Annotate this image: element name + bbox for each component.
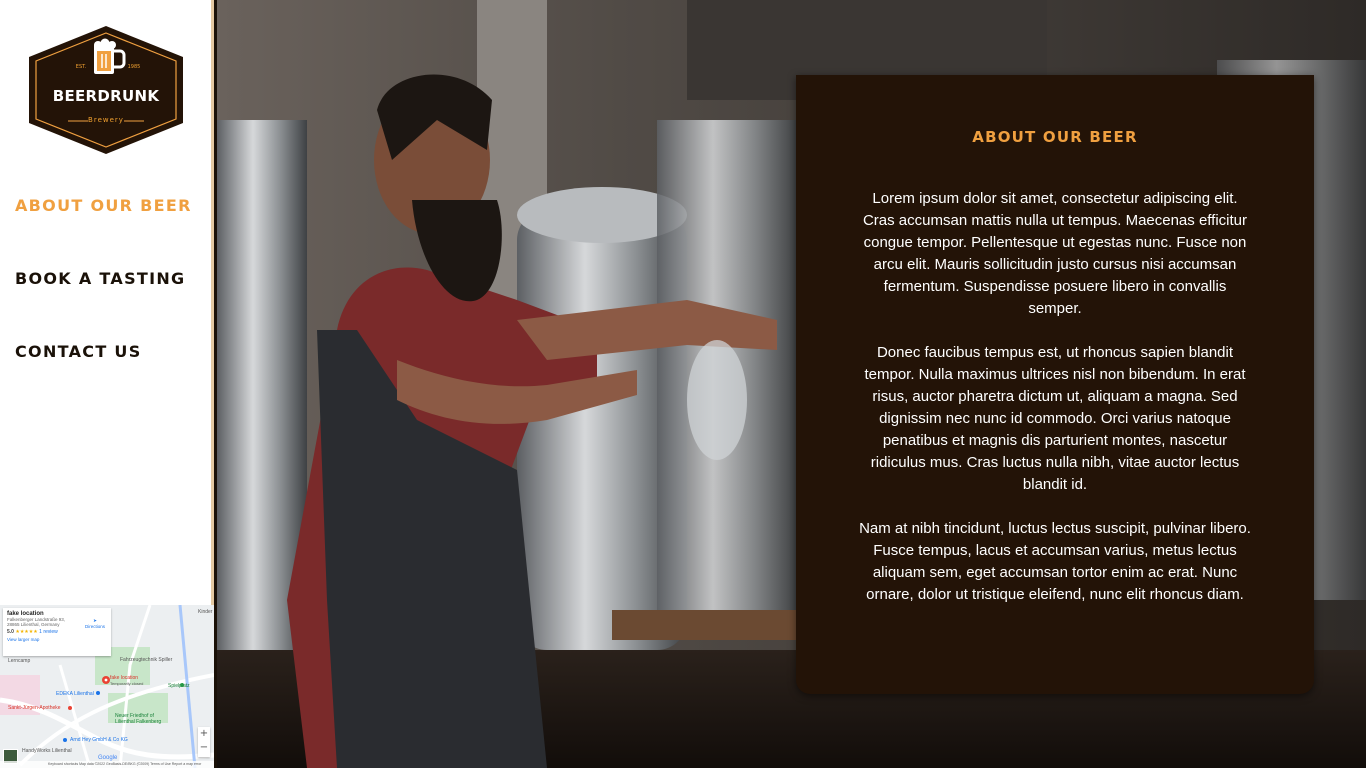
map-label-fahrzeug: Fahrzeugtechnik Spiller bbox=[120, 657, 173, 663]
zoom-in-button[interactable]: + bbox=[198, 727, 210, 741]
map-place-address: Falkenberger Landstraße 93, 28865 Lilien… bbox=[7, 617, 66, 627]
map-label-kinder: Kinder bbox=[198, 609, 213, 615]
map-place-rating: 5.0 ★★★★★ 1 review bbox=[7, 629, 58, 635]
brand-name: BEERDRUNK bbox=[52, 87, 160, 105]
about-paragraph-2: Donec faucibus tempus est, ut rhoncus sa… bbox=[864, 344, 1246, 493]
brand-est-label: EST. bbox=[75, 64, 87, 70]
star-icon: ★★★★★ bbox=[15, 629, 38, 635]
brand-logo[interactable]: EST. 1985 BEERDRUNK Brewery bbox=[26, 24, 186, 156]
map-label-lerncamp: Lerncamp bbox=[8, 658, 31, 664]
sidebar: EST. 1985 BEERDRUNK Brewery ABOUT OUR BE… bbox=[0, 0, 214, 768]
about-paragraph-3: Nam at nibh tincidunt, luctus lectus sus… bbox=[859, 520, 1251, 603]
map-view-larger-link[interactable]: View larger map bbox=[7, 637, 107, 642]
about-title: ABOUT OUR BEER bbox=[972, 128, 1138, 146]
map-directions-button[interactable]: ➤ Directions bbox=[85, 618, 105, 629]
map-label-handy: HandyWorks Lilienthal bbox=[22, 748, 72, 754]
about-body: Lorem ipsum dolor sit amet, consectetur … bbox=[856, 188, 1254, 628]
map-label-edeka: EDEKA Lilienthal bbox=[56, 691, 94, 697]
brand-subtitle: Brewery bbox=[88, 116, 124, 124]
main-nav: ABOUT OUR BEER BOOK A TASTING CONTACT US bbox=[15, 196, 192, 415]
about-paragraph-1: Lorem ipsum dolor sit amet, consectetur … bbox=[862, 190, 1248, 317]
map-label-sankt: Sankt-Jürgen-Apotheke bbox=[8, 705, 61, 711]
nav-item-about-our-beer[interactable]: ABOUT OUR BEER bbox=[15, 196, 192, 220]
map-footer[interactable]: Keyboard shortcuts Map data ©2022 GeoBas… bbox=[0, 761, 214, 768]
brand-est-year: 1985 bbox=[127, 64, 141, 70]
map-label-arnd: Arnd Hey GmbH & Co KG bbox=[70, 737, 128, 743]
map-place-card: fake location Falkenberger Landstraße 93… bbox=[3, 608, 111, 656]
embedded-map[interactable]: fake location Falkenberger Landstraße 93… bbox=[0, 605, 214, 768]
map-label-friedhof: Neuer Friedhof of Lilienthal Falkenberg bbox=[115, 713, 162, 725]
map-pin-sublabel: Temporarily closed bbox=[110, 681, 144, 686]
map-label-spielplatz: Spielplatz bbox=[168, 683, 190, 689]
about-card: ABOUT OUR BEER Lorem ipsum dolor sit ame… bbox=[796, 75, 1314, 694]
nav-item-contact-us[interactable]: CONTACT US bbox=[15, 342, 192, 366]
map-zoom-controls: + − bbox=[198, 727, 210, 757]
zoom-out-button[interactable]: − bbox=[198, 741, 210, 755]
nav-item-book-a-tasting[interactable]: BOOK A TASTING bbox=[15, 269, 192, 293]
